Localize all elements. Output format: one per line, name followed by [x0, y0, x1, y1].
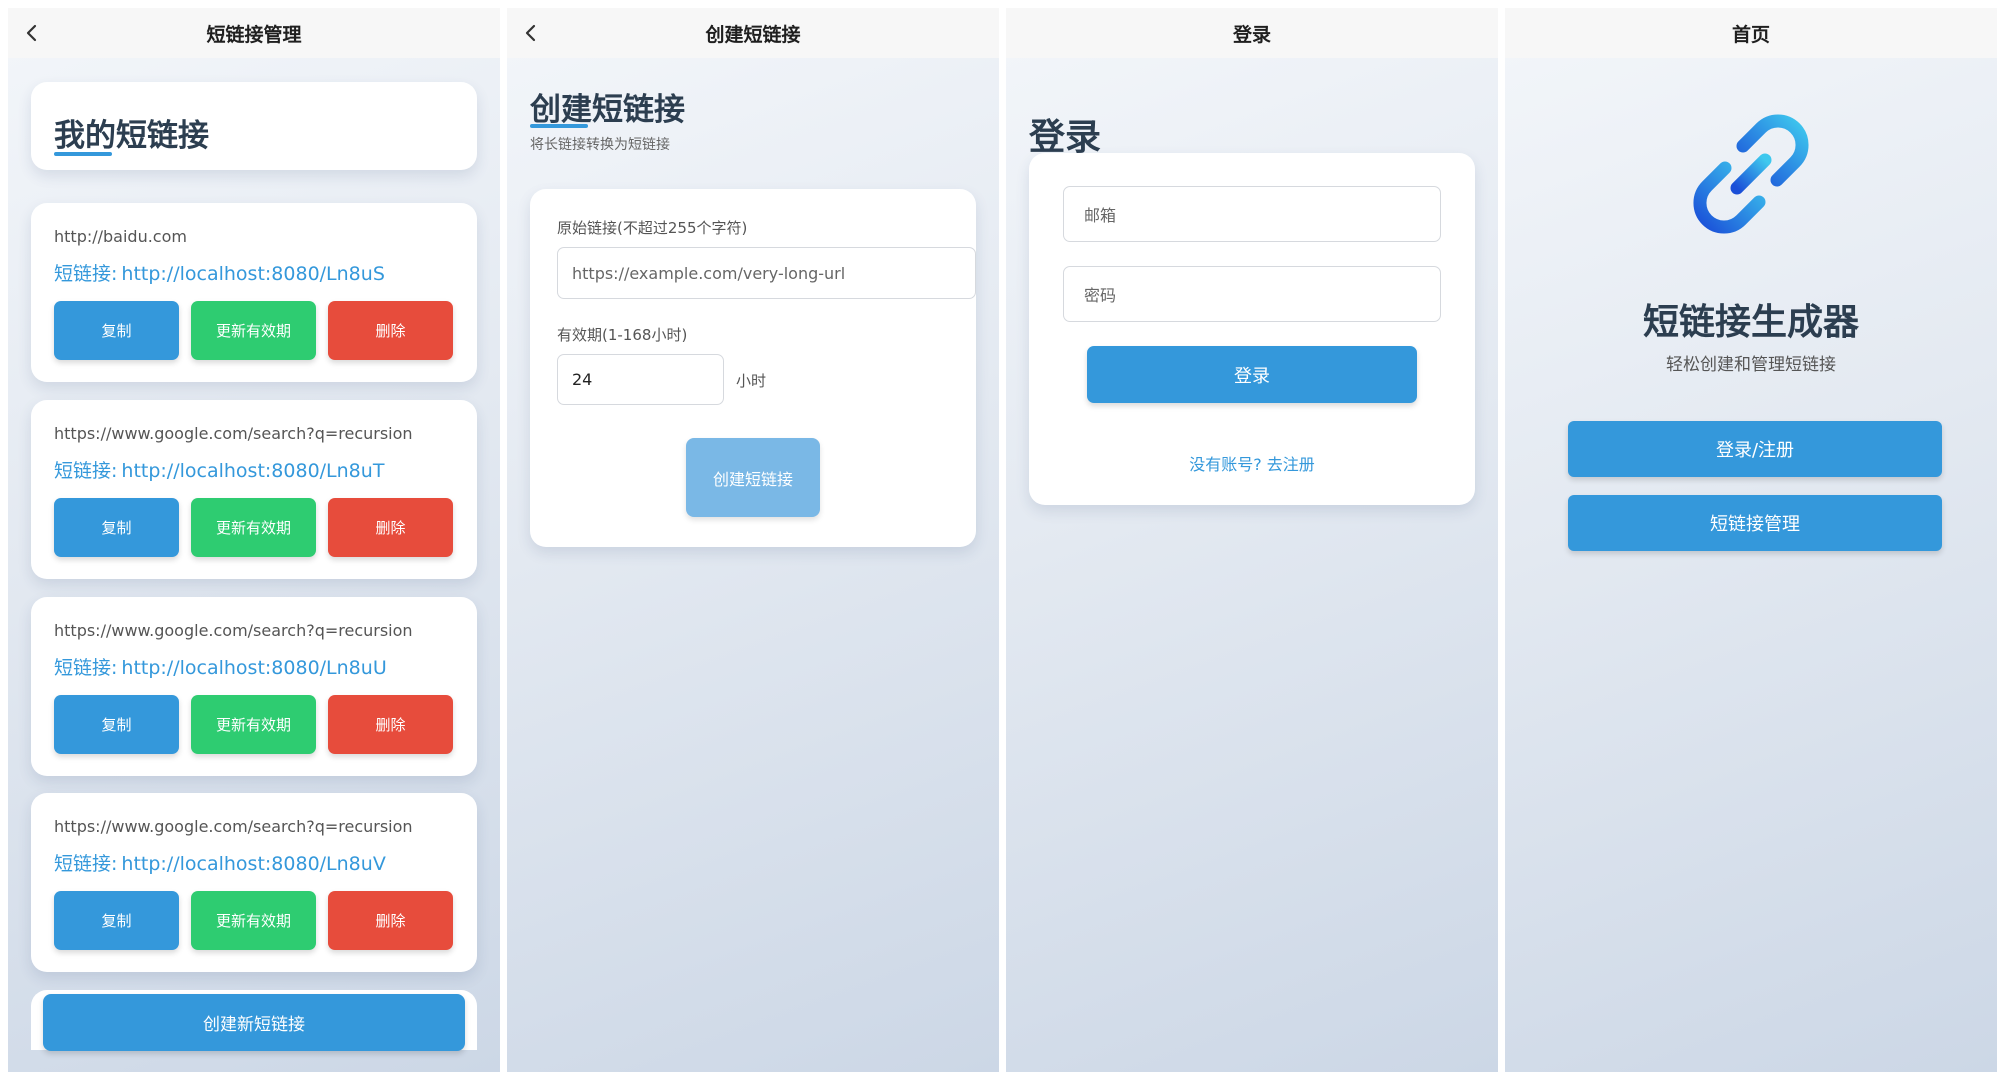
nav-title: 短链接管理: [206, 23, 302, 46]
manage-screen: 短链接管理 我的短链接 http://baidu.com 短链接: http://…: [8, 8, 500, 1072]
original-url: http://baidu.com: [54, 227, 187, 246]
short-url-row: 短链接: http://localhost:8080/Ln8uU: [54, 653, 387, 680]
nav-title: 创建短链接: [705, 23, 801, 46]
expiry-label: 有效期(1-168小时): [557, 326, 688, 344]
original-url-input[interactable]: https://example.com/very-long-url: [557, 247, 976, 299]
copy-button[interactable]: 复制: [54, 498, 179, 557]
short-url-link[interactable]: http://localhost:8080/Ln8uV: [121, 853, 385, 875]
expiry-unit: 小时: [736, 372, 767, 390]
create-screen: 创建短链接 创建短链接 将长链接转换为短链接 原始链接(不超过255个字符) h…: [507, 8, 999, 1072]
renew-expiry-button[interactable]: 更新有效期: [191, 301, 316, 360]
email-input[interactable]: 邮箱: [1063, 186, 1441, 242]
nav-bar: 短链接管理: [8, 8, 500, 58]
title-underline: [530, 124, 588, 128]
home-screen: 首页 短链接生成器 轻松创建和管理短链接 登录/注册 短链接管理: [1505, 8, 1997, 1072]
login-button[interactable]: 登录: [1087, 346, 1417, 403]
link-card: https://www.google.com/search?q=recursio…: [31, 793, 477, 972]
register-link[interactable]: 没有账号? 去注册: [1029, 451, 1475, 475]
delete-button[interactable]: 删除: [328, 301, 453, 360]
original-url: https://www.google.com/search?q=recursio…: [54, 424, 413, 443]
link-card: https://www.google.com/search?q=recursio…: [31, 597, 477, 776]
short-url-row: 短链接: http://localhost:8080/Ln8uT: [54, 456, 384, 483]
expiry-hours-input[interactable]: 24: [557, 354, 724, 405]
short-url-label: 短链接:: [54, 853, 118, 875]
copy-button[interactable]: 复制: [54, 891, 179, 950]
password-input[interactable]: 密码: [1063, 266, 1441, 322]
original-url: https://www.google.com/search?q=recursio…: [54, 621, 413, 640]
manage-links-button[interactable]: 短链接管理: [1568, 495, 1942, 551]
renew-expiry-button[interactable]: 更新有效期: [191, 498, 316, 557]
renew-expiry-button[interactable]: 更新有效期: [191, 891, 316, 950]
renew-expiry-button[interactable]: 更新有效期: [191, 695, 316, 754]
short-url-label: 短链接:: [54, 657, 118, 679]
short-url-link[interactable]: http://localhost:8080/Ln8uS: [121, 263, 384, 285]
link-chain-icon: [1693, 114, 1809, 234]
short-url-link[interactable]: http://localhost:8080/Ln8uU: [121, 657, 386, 679]
back-arrow-icon[interactable]: [519, 19, 545, 47]
delete-button[interactable]: 删除: [328, 695, 453, 754]
login-register-button[interactable]: 登录/注册: [1568, 421, 1942, 477]
short-url-label: 短链接:: [54, 263, 118, 285]
create-form-card: 原始链接(不超过255个字符) https://example.com/very…: [530, 189, 976, 547]
create-new-link-button[interactable]: 创建新短链接: [43, 994, 465, 1051]
login-screen: 登录 登录 邮箱 密码 登录 没有账号? 去注册: [1006, 8, 1498, 1072]
nav-title: 首页: [1731, 23, 1770, 46]
heading-card: 我的短链接: [31, 82, 477, 170]
page-title: 我的短链接: [54, 118, 209, 154]
nav-title: 登录: [1232, 23, 1271, 46]
app-title: 短链接生成器: [1642, 302, 1859, 343]
title-underline: [54, 152, 112, 156]
original-url: https://www.google.com/search?q=recursio…: [54, 817, 413, 836]
nav-bar: 登录: [1006, 8, 1498, 58]
create-link-button[interactable]: 创建短链接: [686, 438, 820, 517]
delete-button[interactable]: 删除: [328, 498, 453, 557]
screenshot-collage: 短链接管理 我的短链接 http://baidu.com 短链接: http://…: [0, 0, 2004, 1080]
back-arrow-icon[interactable]: [20, 19, 46, 47]
nav-bar: 首页: [1505, 8, 1997, 58]
app-subtitle: 轻松创建和管理短链接: [1666, 355, 1836, 375]
nav-bar: 创建短链接: [507, 8, 999, 58]
page-subtitle: 将长链接转换为短链接: [530, 137, 670, 153]
page-title: 创建短链接: [530, 92, 685, 128]
link-card: https://www.google.com/search?q=recursio…: [31, 400, 477, 579]
short-url-row: 短链接: http://localhost:8080/Ln8uS: [54, 259, 385, 286]
short-url-link[interactable]: http://localhost:8080/Ln8uT: [121, 460, 384, 482]
short-url-row: 短链接: http://localhost:8080/Ln8uV: [54, 849, 386, 876]
delete-button[interactable]: 删除: [328, 891, 453, 950]
link-card: http://baidu.com 短链接: http://localhost:80…: [31, 203, 477, 382]
short-url-label: 短链接:: [54, 460, 118, 482]
original-url-label: 原始链接(不超过255个字符): [557, 219, 748, 237]
copy-button[interactable]: 复制: [54, 301, 179, 360]
login-form-card: 邮箱 密码 登录 没有账号? 去注册: [1029, 153, 1475, 505]
copy-button[interactable]: 复制: [54, 695, 179, 754]
